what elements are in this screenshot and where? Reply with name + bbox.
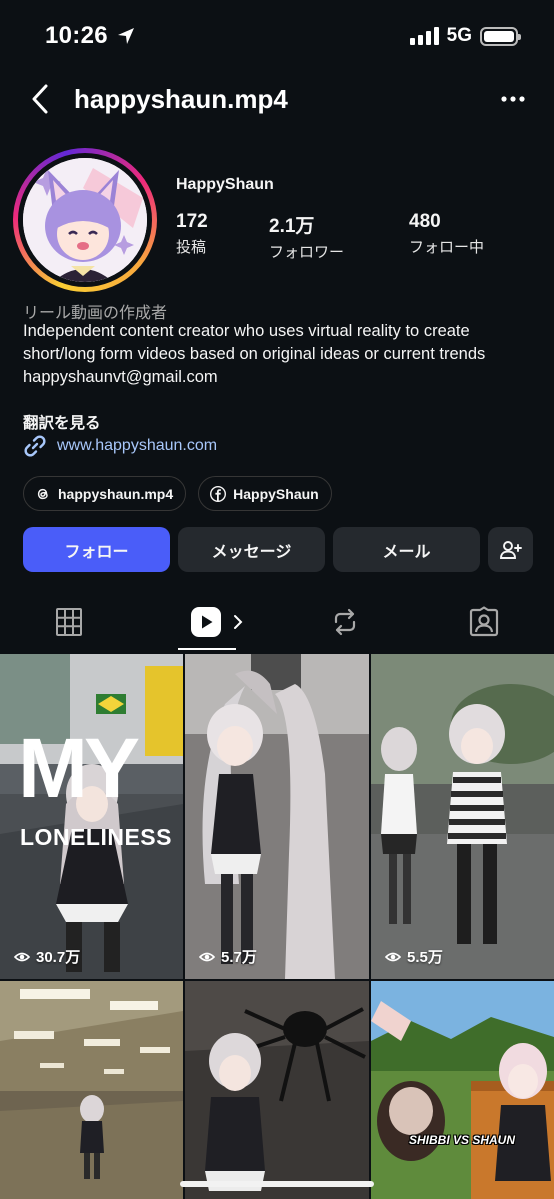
header-username: happyshaun.mp4 — [74, 84, 288, 114]
website-url[interactable]: www.happyshaun.com — [57, 437, 217, 455]
threads-chip[interactable]: happyshaun.mp4 — [23, 476, 187, 511]
threads-icon — [37, 488, 48, 499]
status-time: 10:26 — [45, 22, 108, 49]
reel-overlay-subtitle: LONELINESS — [20, 824, 172, 850]
reel-thumbnail[interactable]: MY LONELINESS 30.7万 — [0, 654, 183, 979]
email-button[interactable]: メール — [333, 527, 480, 572]
eye-icon — [199, 952, 215, 961]
tagged-person-icon — [469, 606, 499, 637]
tab-posts-grid[interactable] — [40, 596, 98, 648]
reels-grid: MY LONELINESS 30.7万 5.7万 5.5万 SHIBBI VS … — [0, 654, 554, 1199]
reel-thumbnail-image — [371, 654, 554, 979]
followers-count: 2.1万 — [269, 216, 315, 237]
more-options-icon[interactable] — [500, 86, 526, 112]
reel-view-count: 30.7万 — [36, 949, 81, 966]
reel-overlay-text: SHIBBI VS SHAUN — [409, 1133, 516, 1147]
reel-views: 5.7万 — [199, 946, 257, 967]
location-arrow-icon — [118, 28, 134, 44]
linked-accounts: happyshaun.mp4 HappyShaun — [23, 476, 332, 511]
reel-views: 5.5万 — [385, 946, 443, 967]
eye-icon — [385, 952, 401, 961]
content-tabs — [0, 596, 554, 652]
reel-thumbnail[interactable] — [0, 981, 183, 1199]
tab-reels[interactable] — [178, 596, 258, 648]
signal-icon — [409, 27, 439, 45]
eye-icon — [14, 952, 30, 961]
reel-thumbnail[interactable] — [185, 981, 369, 1199]
profile-header: happyshaun.mp4 — [0, 72, 554, 126]
reels-icon — [191, 607, 221, 637]
stat-followers[interactable]: 2.1万 フォロワー — [269, 211, 344, 262]
avatar-illustration — [23, 158, 147, 282]
grid-icon — [56, 608, 82, 636]
reel-thumbnail-image — [371, 981, 554, 1199]
reel-thumbnail-image — [0, 981, 183, 1199]
stat-following[interactable]: 480 フォロー中 — [409, 211, 484, 257]
repost-icon — [334, 608, 356, 636]
avatar — [23, 158, 147, 282]
following-count: 480 — [409, 211, 441, 232]
reel-thumbnail-image — [185, 654, 369, 979]
story-ring[interactable] — [13, 148, 157, 292]
link-icon — [24, 435, 46, 457]
reel-thumbnail-image — [185, 981, 369, 1199]
reel-overlay-title: MY — [18, 721, 140, 815]
chevron-right-icon — [234, 615, 243, 629]
website-link[interactable]: www.happyshaun.com — [23, 434, 217, 458]
following-label: フォロー中 — [409, 239, 485, 256]
back-chevron-icon[interactable] — [26, 82, 54, 116]
message-button[interactable]: メッセージ — [178, 527, 325, 572]
add-person-icon — [499, 540, 522, 559]
profile-actions: フォロー メッセージ メール — [23, 527, 533, 572]
bio-text: Independent content creator who uses vir… — [23, 322, 486, 363]
status-bar: 10:26 5G — [0, 0, 554, 72]
reel-thumbnail[interactable]: SHIBBI VS SHAUN — [371, 981, 554, 1199]
facebook-chip[interactable]: HappyShaun — [198, 476, 332, 511]
posts-label: 投稿 — [176, 239, 207, 256]
facebook-icon — [210, 485, 227, 502]
battery-icon — [480, 26, 521, 46]
reel-view-count: 5.7万 — [221, 949, 257, 966]
tab-tagged[interactable] — [455, 596, 513, 648]
home-indicator[interactable] — [180, 1181, 374, 1187]
reel-thumbnail-image — [0, 654, 183, 979]
bio-email[interactable]: happyshaunvt@gmail.com — [23, 366, 533, 389]
posts-count: 172 — [176, 211, 208, 232]
stat-posts[interactable]: 172 投稿 — [176, 211, 208, 257]
display-name: HappyShaun — [176, 176, 274, 193]
reel-views: 30.7万 — [14, 946, 80, 967]
followers-label: フォロワー — [269, 244, 345, 261]
translate-link[interactable]: 翻訳を見る — [23, 411, 101, 433]
threads-chip-label: happyshaun.mp4 — [58, 485, 174, 502]
facebook-chip-label: HappyShaun — [233, 485, 319, 502]
reel-view-count: 5.5万 — [407, 949, 443, 966]
follow-button[interactable]: フォロー — [23, 527, 170, 572]
suggested-users-button[interactable] — [488, 527, 533, 572]
network-type: 5G — [446, 25, 472, 46]
tab-reposts[interactable] — [316, 596, 374, 648]
reel-thumbnail[interactable]: 5.5万 — [371, 654, 554, 979]
reel-thumbnail[interactable]: 5.7万 — [185, 654, 369, 979]
active-tab-indicator — [178, 648, 236, 650]
profile-bio: Independent content creator who uses vir… — [23, 320, 533, 389]
